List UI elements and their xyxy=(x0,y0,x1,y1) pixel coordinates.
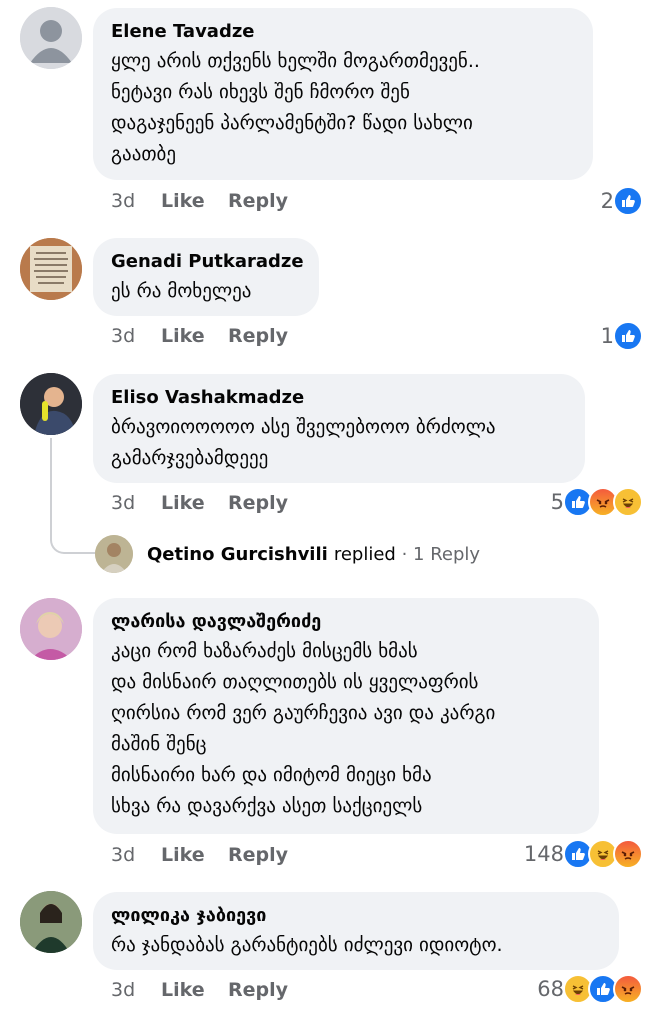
comment-author[interactable]: ლარისა დავლაშერიძე xyxy=(111,610,581,634)
angry-icon xyxy=(613,974,643,1004)
reaction-count: 148 xyxy=(523,842,564,866)
reply-button[interactable]: Reply xyxy=(228,190,288,212)
angry-icon xyxy=(613,839,643,869)
like-button[interactable]: Like xyxy=(161,492,228,514)
comment-time[interactable]: 3d xyxy=(111,492,161,514)
avatar[interactable] xyxy=(20,7,82,69)
reply-count-link[interactable]: 1 Reply xyxy=(413,544,480,565)
haha-icon xyxy=(613,487,643,517)
comment-bubble: Genadi Putkaradze ეს რა მოხელეა xyxy=(93,238,319,316)
comment-actions: 3d Like Reply xyxy=(111,190,288,212)
reply-separator: · xyxy=(401,543,408,565)
reply-button[interactable]: Reply xyxy=(228,325,288,347)
reply-verb: replied xyxy=(333,543,396,565)
reaction-summary[interactable]: 5 xyxy=(551,487,643,517)
like-button[interactable]: Like xyxy=(161,979,228,1001)
reaction-count: 2 xyxy=(600,189,614,213)
avatar[interactable] xyxy=(20,891,82,953)
avatar[interactable] xyxy=(20,373,82,435)
reaction-summary[interactable]: 2 xyxy=(601,186,643,216)
like-icon xyxy=(613,321,643,351)
comment-time[interactable]: 3d xyxy=(111,325,161,347)
comment-author[interactable]: Genadi Putkaradze xyxy=(111,250,304,274)
reply-avatar[interactable] xyxy=(95,535,133,573)
comment-author[interactable]: Elene Tavadze xyxy=(111,20,575,44)
like-button[interactable]: Like xyxy=(161,844,228,866)
reply-button[interactable]: Reply xyxy=(228,492,288,514)
comment-bubble: Eliso Vashakmadze ბრავოიოოოოო ასე შველებ… xyxy=(93,374,585,483)
comment-bubble: ლილიკა ჯაბიევი რა ჯანდაბას გარანტიებს იძ… xyxy=(93,892,619,970)
reply-button[interactable]: Reply xyxy=(228,979,288,1001)
reply-summary[interactable]: Qetino Gurcishvili replied · 1 Reply xyxy=(95,535,480,573)
comment-author[interactable]: ლილიკა ჯაბიევი xyxy=(111,904,601,928)
comment-author[interactable]: Eliso Vashakmadze xyxy=(111,386,567,410)
comment-time[interactable]: 3d xyxy=(111,844,161,866)
comment-time[interactable]: 3d xyxy=(111,190,161,212)
avatar[interactable] xyxy=(20,238,82,300)
woman-photo-avatar-icon xyxy=(20,598,82,660)
reply-author[interactable]: Qetino Gurcishvili xyxy=(147,544,328,565)
reply-meta: replied · 1 Reply xyxy=(334,544,480,565)
default-avatar-icon xyxy=(20,7,82,69)
text-image-avatar-icon xyxy=(20,238,82,300)
reply-photo-avatar-icon xyxy=(95,535,133,573)
like-button[interactable]: Like xyxy=(161,325,228,347)
woman-photo-avatar-icon xyxy=(20,891,82,953)
reaction-count: 5 xyxy=(550,490,564,514)
reaction-summary[interactable]: 148 xyxy=(524,839,643,869)
avatar[interactable] xyxy=(20,598,82,660)
comment-actions: 3d Like Reply xyxy=(111,325,288,347)
comment-actions: 3d Like Reply xyxy=(111,492,288,514)
like-button[interactable]: Like xyxy=(161,190,228,212)
comment-actions: 3d Like Reply xyxy=(111,844,288,866)
reaction-count: 68 xyxy=(537,977,564,1001)
comment-text: ეს რა მოხელეა xyxy=(111,280,252,302)
reaction-count: 1 xyxy=(600,324,614,348)
comment-bubble: Elene Tavadze ყლე არის თქვენს ხელში მოგა… xyxy=(93,8,593,180)
comment-text: ყლე არის თქვენს ხელში მოგართმევენ.. ნეტა… xyxy=(111,50,480,165)
reply-thread-line xyxy=(50,438,98,554)
reply-button[interactable]: Reply xyxy=(228,844,288,866)
comment-actions: 3d Like Reply xyxy=(111,979,288,1001)
comment-bubble: ლარისა დავლაშერიძე კაცი რომ ხაზარაძეს მი… xyxy=(93,598,599,834)
like-icon xyxy=(613,186,643,216)
child-photo-avatar-icon xyxy=(20,373,82,435)
comment-time[interactable]: 3d xyxy=(111,979,161,1001)
comment-text: კაცი რომ ხაზარაძეს მისცემს ხმას და მისნა… xyxy=(111,640,496,817)
reaction-summary[interactable]: 1 xyxy=(601,321,643,351)
comment-text: ბრავოიოოოოო ასე შველებოოო ბრძოლა გამარჯვ… xyxy=(111,416,496,469)
comment-text: რა ჯანდაბას გარანტიებს იძლევი იდიოტო. xyxy=(111,934,503,956)
reaction-summary[interactable]: 68 xyxy=(537,974,643,1004)
